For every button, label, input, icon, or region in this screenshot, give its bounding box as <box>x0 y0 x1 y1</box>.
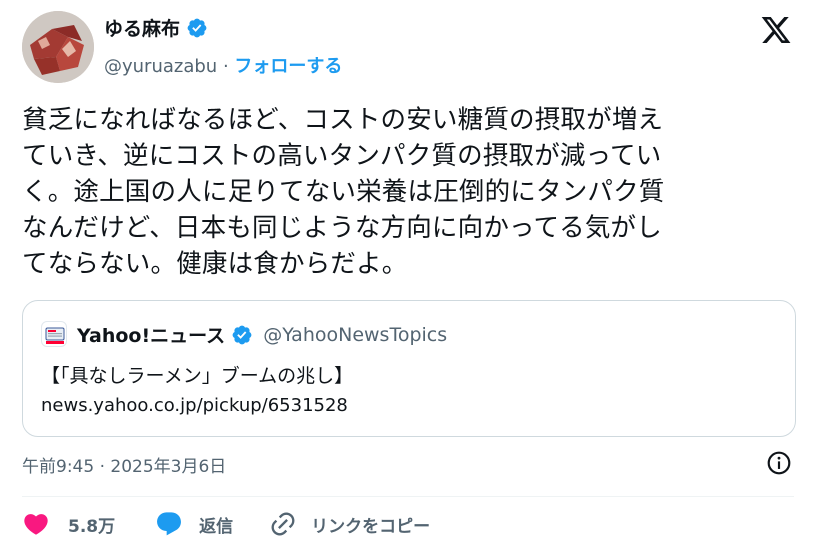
copy-link-label: リンクをコピー <box>311 516 431 537</box>
tweet-line: 貧乏になればなるほど、コストの安い糖質の摂取が増え <box>22 105 664 135</box>
copy-link-button[interactable]: リンクをコピー <box>269 510 430 538</box>
tweet-timestamp[interactable]: 午前9:45 · 2025年3月6日 <box>22 452 226 477</box>
tweet-line: なんだけど、日本も同じような方向に向かってる気がし <box>22 213 662 243</box>
yahoo-news-logo-icon <box>45 327 65 344</box>
info-icon[interactable] <box>766 450 792 476</box>
reply-bubble-icon <box>157 512 182 536</box>
quoted-tweet-link[interactable]: news.yahoo.co.jp/pickup/6531528 <box>41 395 348 416</box>
quoted-author: Yahoo!ニュース @YahooNewsTopics <box>77 321 447 348</box>
quoted-avatar <box>41 321 67 347</box>
tweet-text: 貧乏になればなるほど、コストの安い糖質の摂取が増え ていき、逆にコストの高いタン… <box>22 102 792 282</box>
reply-button[interactable]: 返信 <box>155 510 233 538</box>
avatar[interactable] <box>22 11 94 83</box>
x-logo-icon[interactable] <box>760 14 792 46</box>
action-bar: 5.8万 返信 リンクをコピー <box>22 508 430 540</box>
quoted-handle: @YahooNewsTopics <box>263 323 448 346</box>
quoted-display-name: Yahoo!ニュース <box>77 325 226 347</box>
author-handle-row: @yuruazabu · フォローする <box>104 52 342 78</box>
avatar-image <box>22 11 94 83</box>
verified-badge-icon <box>187 18 207 37</box>
author-name[interactable]: ゆる麻布 <box>104 14 208 41</box>
tweet-line: ていき、逆にコストの高いタンパク質の摂取が減ってい <box>22 141 662 171</box>
follow-button[interactable]: フォローする <box>234 56 342 77</box>
reply-label: 返信 <box>199 516 234 537</box>
heart-icon <box>24 514 48 535</box>
author-display-name[interactable]: ゆる麻布 <box>104 14 180 41</box>
like-button[interactable]: 5.8万 <box>22 510 115 538</box>
verified-badge-icon <box>232 325 252 344</box>
tweet-line: てならない。健康は食からだよ。 <box>22 249 408 279</box>
tweet-line: く。途上国の人に足りてない栄養は圧倒的にタンパク質 <box>22 177 665 207</box>
author-handle[interactable]: @yuruazabu <box>104 56 217 77</box>
quoted-tweet-card[interactable]: Yahoo!ニュース @YahooNewsTopics 【「具なしラーメン」ブー… <box>22 300 796 437</box>
link-icon <box>271 512 295 536</box>
like-count: 5.8万 <box>68 516 116 537</box>
separator-dot: · <box>222 56 229 77</box>
divider <box>22 496 794 497</box>
quoted-tweet-text: 【「具なしラーメン」ブームの兆し】 <box>41 365 354 387</box>
